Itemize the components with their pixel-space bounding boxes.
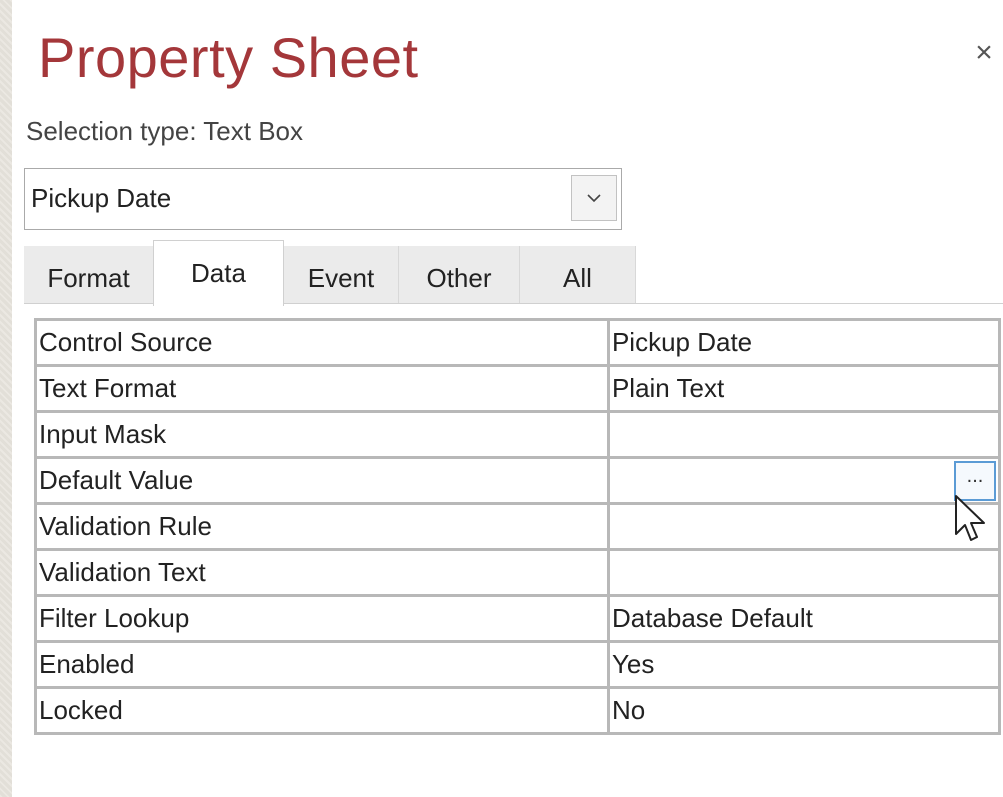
chevron-down-icon — [587, 194, 601, 203]
tab-format[interactable]: Format — [24, 246, 154, 304]
table-row[interactable]: Enabled Yes — [34, 640, 1002, 689]
tab-other[interactable]: Other — [399, 246, 520, 304]
object-selector[interactable]: Pickup Date — [24, 168, 622, 230]
page-title: Property Sheet — [38, 26, 419, 89]
property-name[interactable]: Text Format — [34, 364, 610, 413]
tab-all[interactable]: All — [520, 246, 636, 304]
table-row[interactable]: Default Value ... — [34, 456, 1002, 505]
property-value[interactable]: Yes — [606, 640, 1002, 689]
table-row[interactable]: Control Source Pickup Date — [34, 318, 1002, 367]
property-name[interactable]: Validation Rule — [34, 502, 610, 551]
object-selector-value: Pickup Date — [31, 183, 172, 213]
property-value-default[interactable]: ... — [606, 456, 1002, 505]
table-row[interactable]: Text Format Plain Text — [34, 364, 1002, 413]
property-sheet-panel: Property Sheet × Selection type: Text Bo… — [12, 0, 1003, 797]
selection-type-label: Selection type: Text Box — [26, 116, 304, 146]
tab-data[interactable]: Data — [153, 240, 284, 306]
property-name[interactable]: Control Source — [34, 318, 610, 367]
tab-bar: Format Data Event Other All — [24, 240, 636, 306]
table-row[interactable]: Locked No — [34, 686, 1002, 735]
property-value[interactable] — [606, 548, 1002, 597]
property-name[interactable]: Input Mask — [34, 410, 610, 459]
property-name[interactable]: Enabled — [34, 640, 610, 689]
property-value[interactable]: Database Default — [606, 594, 1002, 643]
property-name[interactable]: Validation Text — [34, 548, 610, 597]
mouse-pointer-icon — [955, 495, 985, 541]
property-name[interactable]: Filter Lookup — [34, 594, 610, 643]
property-name[interactable]: Default Value — [34, 456, 610, 505]
table-row[interactable]: Filter Lookup Database Default — [34, 594, 1002, 643]
dropdown-button[interactable] — [571, 175, 617, 221]
property-grid: Control Source Pickup Date Text Format P… — [34, 318, 1002, 735]
close-icon[interactable]: × — [969, 38, 999, 68]
property-value[interactable]: No — [606, 686, 1002, 735]
table-row[interactable]: Validation Rule — [34, 502, 1002, 551]
property-name[interactable]: Locked — [34, 686, 610, 735]
tab-event[interactable]: Event — [284, 246, 399, 304]
table-row[interactable]: Input Mask — [34, 410, 1002, 459]
table-row[interactable]: Validation Text — [34, 548, 1002, 597]
property-value[interactable] — [606, 502, 1002, 551]
property-value[interactable] — [606, 410, 1002, 459]
property-value[interactable]: Plain Text — [606, 364, 1002, 413]
property-value[interactable]: Pickup Date — [606, 318, 1002, 367]
